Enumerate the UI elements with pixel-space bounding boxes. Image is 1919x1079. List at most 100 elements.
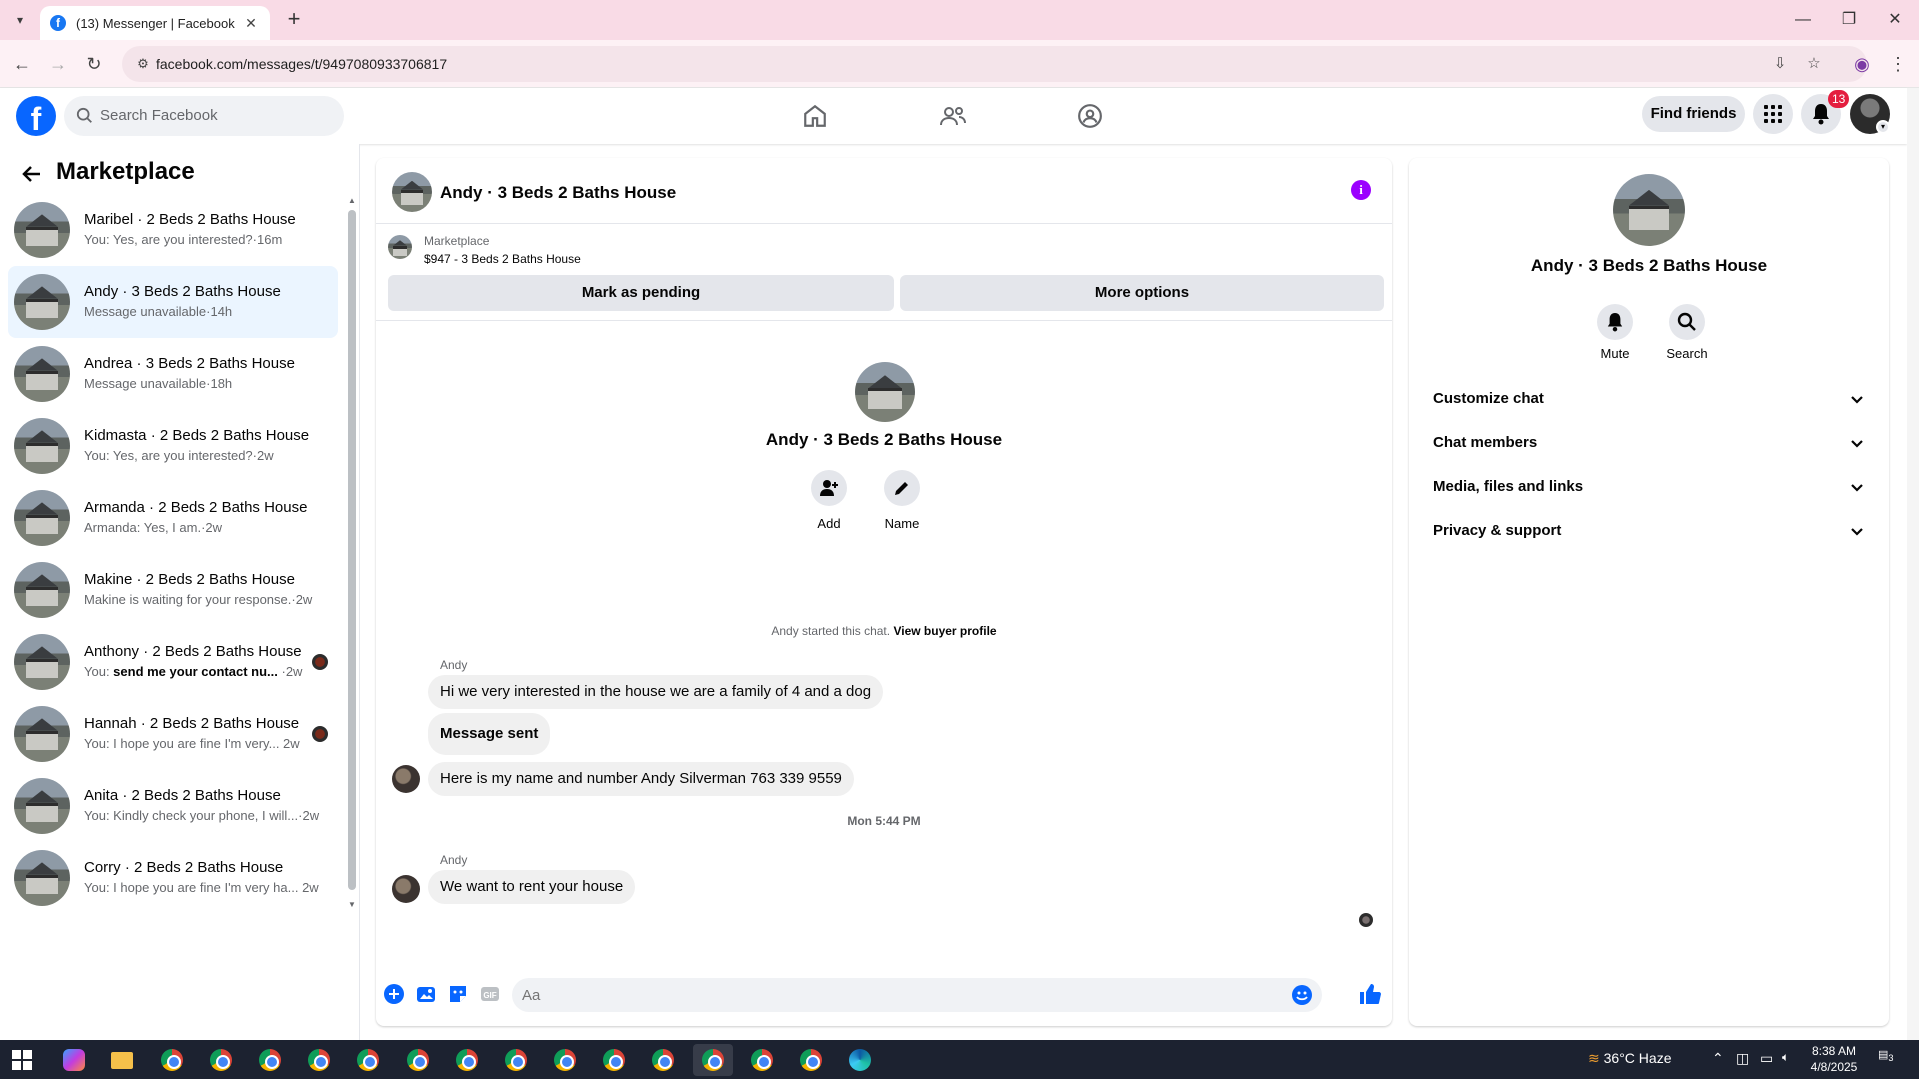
conversation-item[interactable]: Anita · 2 Beds 2 Baths House You: Kindly… xyxy=(8,770,338,842)
chevron-up-icon[interactable]: ⌃ xyxy=(1712,1050,1724,1067)
chrome-icon[interactable] xyxy=(299,1044,339,1076)
mute-button[interactable]: Mute xyxy=(1579,304,1651,361)
chrome-icon[interactable] xyxy=(447,1044,487,1076)
message-bubble[interactable]: Message sent xyxy=(428,713,551,755)
privacy-support-row[interactable]: Privacy & support xyxy=(1425,510,1877,554)
back-arrow-icon[interactable] xyxy=(20,162,44,186)
view-buyer-profile-link[interactable]: View buyer profile xyxy=(893,624,996,638)
page-scrollbar[interactable] xyxy=(1907,88,1919,1040)
gif-icon[interactable]: GIF xyxy=(480,984,500,1004)
chevron-down-icon[interactable]: ▾ xyxy=(1876,120,1890,134)
file-explorer-icon[interactable] xyxy=(102,1044,142,1076)
scroll-down-icon[interactable]: ▼ xyxy=(346,900,358,909)
volume-icon[interactable]: 🔈︎ xyxy=(1782,1050,1789,1065)
conversation-item[interactable]: Kidmasta · 2 Beds 2 Baths House You: Yes… xyxy=(8,410,338,482)
listing-thumbnail[interactable] xyxy=(388,235,412,259)
notif-count: 3 xyxy=(1888,1053,1894,1064)
chrome-icon[interactable] xyxy=(594,1044,634,1076)
conversation-item[interactable]: Armanda · 2 Beds 2 Baths House Armanda: … xyxy=(8,482,338,554)
emoji-icon[interactable] xyxy=(1292,985,1312,1005)
search-placeholder[interactable]: Search Facebook xyxy=(100,107,218,124)
sender-avatar[interactable] xyxy=(392,765,420,793)
notification-center-icon[interactable]: ▤3 xyxy=(1878,1048,1902,1070)
windows-start-icon[interactable] xyxy=(12,1050,32,1070)
forward-button[interactable]: → xyxy=(46,52,70,76)
sidebar-scrollbar[interactable]: ▲ ▼ xyxy=(346,196,356,909)
photo-icon[interactable] xyxy=(416,984,436,1004)
close-window-button[interactable]: ✕ xyxy=(1872,8,1918,32)
new-tab-button[interactable]: + xyxy=(282,8,306,32)
info-icon[interactable]: i xyxy=(1351,180,1371,200)
minimize-button[interactable]: — xyxy=(1780,8,1826,32)
chrome-icon[interactable] xyxy=(201,1044,241,1076)
row-label: Customize chat xyxy=(1433,390,1544,407)
menu-button[interactable] xyxy=(1753,94,1793,134)
friends-nav[interactable] xyxy=(898,92,1008,140)
chrome-icon[interactable] xyxy=(348,1044,388,1076)
edge-icon[interactable] xyxy=(840,1044,880,1076)
weather-widget[interactable]: ≋ 36°C Haze xyxy=(1588,1050,1671,1067)
add-people-button[interactable]: Add xyxy=(799,470,859,531)
sticker-icon[interactable] xyxy=(448,984,468,1004)
back-button[interactable]: ← xyxy=(10,52,34,76)
find-friends-button[interactable]: Find friends xyxy=(1642,96,1745,132)
conversation-item[interactable]: Makine · 2 Beds 2 Baths House Makine is … xyxy=(8,554,338,626)
chat-title[interactable]: Andy · 3 Beds 2 Baths House xyxy=(440,183,676,203)
message-bubble[interactable]: Hi we very interested in the house we ar… xyxy=(428,675,884,709)
reload-button[interactable]: ↻ xyxy=(82,52,106,76)
restore-button[interactable]: ❐ xyxy=(1826,8,1872,32)
message-bubble[interactable]: We want to rent your house xyxy=(428,870,636,904)
sender-avatar[interactable] xyxy=(392,875,420,903)
conversation-item[interactable]: Hannah · 2 Beds 2 Baths House You: I hop… xyxy=(8,698,338,770)
scrollbar-thumb[interactable] xyxy=(348,210,356,890)
copilot-icon[interactable] xyxy=(54,1044,94,1076)
thumbs-up-icon[interactable] xyxy=(1358,982,1382,1006)
chrome-icon[interactable] xyxy=(742,1044,782,1076)
browser-menu-icon[interactable]: ⋮ xyxy=(1886,52,1910,76)
chrome-icon[interactable] xyxy=(250,1044,290,1076)
message-input[interactable] xyxy=(512,978,1322,1012)
listing-price-title[interactable]: $947 - 3 Beds 2 Baths House xyxy=(424,252,581,266)
chrome-icon[interactable] xyxy=(545,1044,585,1076)
chrome-icon-active[interactable] xyxy=(693,1044,733,1076)
windows-taskbar: ≋ 36°C Haze ⌃ ◫ ▭ 🔈︎ 8:38 AM 4/8/2025 ▤3 xyxy=(0,1040,1919,1079)
system-clock[interactable]: 8:38 AM 4/8/2025 xyxy=(1794,1043,1874,1075)
message-text-field[interactable] xyxy=(522,978,1282,1012)
groups-nav[interactable] xyxy=(1035,92,1145,140)
chrome-icon[interactable] xyxy=(643,1044,683,1076)
media-files-links-row[interactable]: Media, files and links xyxy=(1425,466,1877,510)
chrome-icon[interactable] xyxy=(791,1044,831,1076)
network-icon[interactable]: ▭ xyxy=(1760,1050,1773,1067)
chat-avatar[interactable] xyxy=(392,172,432,212)
chrome-icon[interactable] xyxy=(496,1044,536,1076)
url-text[interactable]: facebook.com/messages/t/9497080933706817 xyxy=(156,56,447,72)
site-info-icon[interactable]: ⚙ xyxy=(134,55,152,73)
search-in-chat-button[interactable]: Search xyxy=(1651,304,1723,361)
customize-chat-row[interactable]: Customize chat xyxy=(1425,378,1877,422)
chrome-icon[interactable] xyxy=(398,1044,438,1076)
conversation-item[interactable]: Maribel · 2 Beds 2 Baths House You: Yes,… xyxy=(8,194,338,266)
camera-icon[interactable]: ◫ xyxy=(1736,1050,1749,1067)
install-app-icon[interactable]: ⇩ xyxy=(1770,54,1790,74)
bookmark-star-icon[interactable]: ☆ xyxy=(1804,54,1824,74)
browser-tab[interactable]: f (13) Messenger | Facebook ✕ xyxy=(40,6,270,40)
conversation-item[interactable]: Andrea · 3 Beds 2 Baths House Message un… xyxy=(8,338,338,410)
more-options-button[interactable]: More options xyxy=(900,275,1384,311)
conversation-item-active[interactable]: Andy · 3 Beds 2 Baths House Message unav… xyxy=(8,266,338,338)
tab-search-dropdown-icon[interactable]: ▾ xyxy=(10,10,30,30)
address-bar[interactable]: ⚙ facebook.com/messages/t/94970809337068… xyxy=(122,46,1867,82)
message-bubble[interactable]: Here is my name and number Andy Silverma… xyxy=(428,762,854,796)
chat-members-row[interactable]: Chat members xyxy=(1425,422,1877,466)
conversation-item[interactable]: Corry · 2 Beds 2 Baths House You: I hope… xyxy=(8,842,338,914)
profile-icon[interactable]: ◉ xyxy=(1850,52,1874,76)
chrome-icon[interactable] xyxy=(152,1044,192,1076)
name-chat-button[interactable]: Name xyxy=(872,470,932,531)
home-nav[interactable] xyxy=(760,92,870,140)
conversation-item[interactable]: Anthony · 2 Beds 2 Baths House You: send… xyxy=(8,626,338,698)
mark-as-pending-button[interactable]: Mark as pending xyxy=(388,275,894,311)
scroll-up-icon[interactable]: ▲ xyxy=(346,196,358,205)
plus-circle-icon[interactable] xyxy=(384,984,404,1004)
tab-close-icon[interactable]: ✕ xyxy=(242,15,260,32)
facebook-logo[interactable]: f xyxy=(16,96,56,136)
facebook-search[interactable]: Search Facebook xyxy=(64,96,344,136)
